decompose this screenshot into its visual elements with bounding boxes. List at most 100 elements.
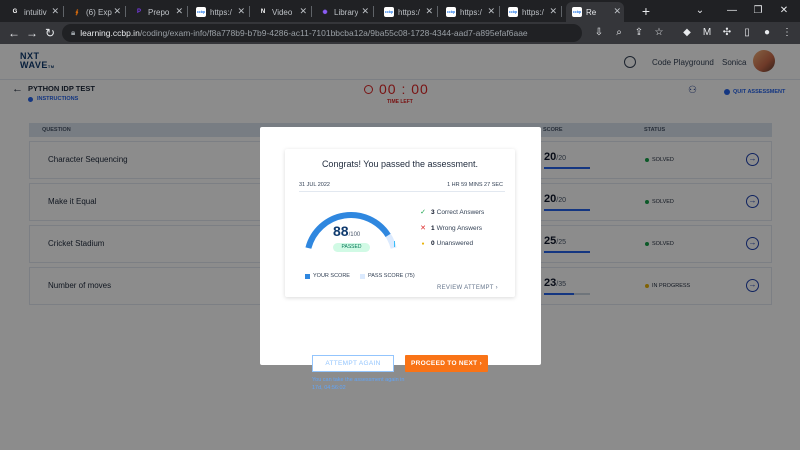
dot-icon: ● <box>421 240 425 247</box>
cross-icon: ✕ <box>420 225 426 232</box>
tab-close-icon[interactable]: ✕ <box>51 6 59 17</box>
tab-separator <box>125 6 126 17</box>
tab-separator <box>373 6 374 17</box>
tab-separator <box>561 6 562 17</box>
tab-close-icon[interactable]: ✕ <box>613 6 621 17</box>
proceed-label: PROCEED TO NEXT <box>410 360 478 367</box>
score-max: /100 <box>348 232 361 238</box>
answer-count: 0 <box>431 240 435 247</box>
browser-tab[interactable]: ccbp https:/ ✕ <box>440 2 498 22</box>
tab-separator <box>249 6 250 17</box>
extensions-puzzle-icon[interactable]: ✣ <box>720 26 734 40</box>
tab-favicon-icon: N <box>260 9 266 15</box>
window-close-icon[interactable]: ✕ <box>774 3 794 19</box>
tab-label: (6) Exp <box>86 7 112 17</box>
browser-tab[interactable]: N Video ✕ <box>252 2 310 22</box>
tab-close-icon[interactable]: ✕ <box>549 6 557 17</box>
forward-icon[interactable]: → <box>24 25 40 41</box>
answer-count-row: ✓ 3 Correct Answers <box>418 208 485 217</box>
back-icon[interactable]: ← <box>6 25 22 41</box>
tab-label: https:/ <box>398 7 420 17</box>
check-icon: ✓ <box>420 209 426 216</box>
chevron-right-icon: › <box>495 285 498 291</box>
answer-count: 3 <box>431 208 435 216</box>
tab-separator <box>437 6 438 17</box>
attempt-again-button[interactable]: ATTEMPT AGAIN <box>312 355 394 372</box>
browser-tab[interactable]: ✺ Library ✕ <box>314 2 372 22</box>
attempt-meta: 31 JUL 2022 1 HR 59 MINS 27 SEC <box>299 179 505 192</box>
url-bar[interactable]: 🔒︎ learning.ccbp.in/coding/exam-info/f8a… <box>62 24 582 42</box>
tab-label: https:/ <box>210 7 232 17</box>
reload-icon[interactable]: ↻ <box>42 25 58 41</box>
legend-your-score: YOUR SCORE <box>313 273 350 279</box>
answer-label: Wrong Answers <box>436 224 483 232</box>
tab-favicon-icon: P <box>136 9 141 15</box>
tab-label: Video <box>272 7 293 17</box>
passed-badge: PASSED <box>333 243 370 252</box>
tab-separator <box>311 6 312 17</box>
tab-close-icon[interactable]: ✕ <box>113 6 121 17</box>
browser-tab[interactable]: P Prepo ✕ <box>128 2 186 22</box>
browser-tab[interactable]: ccbp https:/ ✕ <box>190 2 248 22</box>
new-tab-button[interactable]: + <box>638 3 654 19</box>
proceed-to-next-button[interactable]: PROCEED TO NEXT › <box>405 355 488 372</box>
extension-cube-icon[interactable]: ◆ <box>680 26 694 40</box>
tab-separator <box>63 6 64 17</box>
browser-tab[interactable]: ccbp https:/ ✕ <box>378 2 436 22</box>
score-value: 88/100 <box>333 223 360 239</box>
tab-label: https:/ <box>522 7 544 17</box>
tab-close-icon[interactable]: ✕ <box>425 6 433 17</box>
download-icon[interactable]: ⇩ <box>592 26 606 40</box>
answer-summary: ✓ 3 Correct Answers ✕ 1 Wrong Answers ● 0 Unansw… <box>418 208 484 255</box>
browser-address-bar: ← → ↻ 🔒︎ learning.ccbp.in/coding/exam-in… <box>0 22 800 44</box>
retry-note: You can take the assessment again in 17d… <box>312 377 405 391</box>
review-attempt-link[interactable]: REVIEW ATTEMPT › <box>437 285 498 291</box>
gauge-legend: YOUR SCORE PASS SCORE (75) <box>305 273 425 279</box>
tab-favicon-icon: G <box>12 9 18 15</box>
chevron-right-icon: › <box>479 360 483 367</box>
answer-label: Unanswered <box>436 240 474 247</box>
extension-m-icon[interactable]: M <box>700 26 714 40</box>
tab-label: Re <box>586 7 597 17</box>
tab-label: Prepo <box>148 7 170 17</box>
result-card: Congrats! You passed the assessment. 31 … <box>285 149 515 297</box>
tab-search-icon[interactable]: ⌄ <box>690 3 710 19</box>
tab-label: Library <box>334 7 359 17</box>
review-label: REVIEW ATTEMPT <box>437 285 494 291</box>
tab-separator <box>187 6 188 17</box>
browser-tab[interactable]: ccbp Re ✕ <box>566 2 624 22</box>
restore-icon[interactable]: ❐ <box>748 3 768 19</box>
side-panel-icon[interactable]: ▯ <box>740 26 754 40</box>
tab-close-icon[interactable]: ✕ <box>237 6 245 17</box>
tab-favicon-icon: ✺ <box>322 9 328 16</box>
browser-tab[interactable]: ccbp https:/ ✕ <box>502 2 560 22</box>
url-path: /coding/exam-info/f8a778b9-b7b9-4286-ac1… <box>139 28 528 38</box>
url-host: learning.ccbp.in <box>80 28 140 38</box>
browser-tab[interactable]: Gintuitiv ✕ <box>4 2 62 22</box>
lock-icon: 🔒︎ <box>71 28 76 37</box>
tab-close-icon[interactable]: ✕ <box>361 6 369 17</box>
browser-menu-icon[interactable]: ⋮ <box>780 26 794 40</box>
share-icon[interactable]: ⇪ <box>632 26 646 40</box>
attempt-date: 31 JUL 2022 <box>299 182 330 188</box>
tab-close-icon[interactable]: ✕ <box>299 6 307 17</box>
minimize-icon[interactable]: — <box>722 3 742 19</box>
pass-score-marker <box>394 241 395 247</box>
profile-icon[interactable]: ● <box>760 26 774 40</box>
tab-favicon-icon: ccbp <box>508 7 518 17</box>
answer-label: Correct Answers <box>436 208 485 216</box>
pass-score-swatch <box>359 273 365 279</box>
page: NXT WAVETM Code Playground Sonica ← PYTH… <box>0 44 800 450</box>
zoom-icon[interactable]: ⌕ <box>612 26 626 40</box>
tab-label: intuitiv <box>24 7 47 17</box>
bookmark-star-icon[interactable]: ☆ <box>652 26 666 40</box>
browser-tab[interactable]: ∮ (6) Exp ✕ <box>66 2 124 22</box>
tab-close-icon[interactable]: ✕ <box>487 6 495 17</box>
tab-close-icon[interactable]: ✕ <box>175 6 183 17</box>
tab-favicon-icon: ccbp <box>572 7 582 17</box>
tab-favicon-icon: ccbp <box>384 7 394 17</box>
tab-favicon-icon: ccbp <box>196 7 206 17</box>
tab-favicon-icon: ccbp <box>446 7 456 17</box>
score-number: 88 <box>333 223 349 239</box>
browser-tab-bar: Gintuitiv ✕ ∮ (6) Exp ✕ P Prepo ✕ ccbp https:/✕ N V… <box>0 0 800 22</box>
